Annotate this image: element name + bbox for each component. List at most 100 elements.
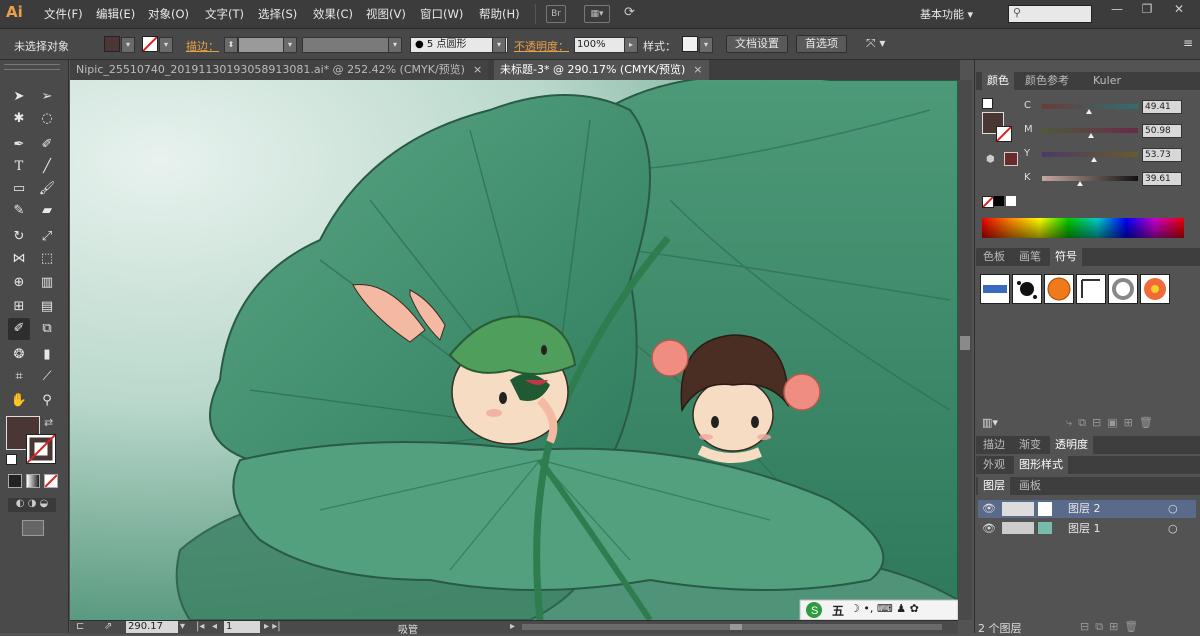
white-color-swatch[interactable] bbox=[1006, 196, 1016, 206]
sync-icon[interactable]: ⟳ bbox=[624, 5, 635, 20]
stroke-label[interactable]: 描边： bbox=[186, 38, 219, 54]
default-fill-stroke-icon[interactable] bbox=[982, 98, 993, 109]
first-artboard-icon[interactable]: |◂ bbox=[196, 621, 204, 632]
eyedropper-tool-icon[interactable]: ✐ bbox=[8, 318, 30, 340]
visibility-eye-icon[interactable]: 👁 bbox=[982, 520, 996, 538]
lasso-tool-icon[interactable]: ◌ bbox=[36, 108, 58, 130]
tab-color[interactable]: 颜色 bbox=[982, 72, 1014, 90]
black-slider-knob[interactable] bbox=[1077, 181, 1084, 186]
bridge-icon[interactable]: Br bbox=[546, 5, 566, 23]
search-input[interactable]: ⚲ bbox=[1008, 5, 1092, 23]
menu-edit[interactable]: 编辑(E) bbox=[96, 6, 135, 22]
horizontal-scroll-thumb[interactable] bbox=[730, 624, 742, 630]
tab-color-guide[interactable]: 颜色参考 bbox=[1020, 72, 1074, 90]
none-color-swatch[interactable] bbox=[982, 196, 994, 208]
curvature-tool-icon[interactable]: ✐ bbox=[36, 134, 58, 156]
tab-stroke[interactable]: 描边 bbox=[978, 436, 1010, 454]
menu-object[interactable]: 对象(O) bbox=[148, 6, 189, 22]
gradient-tool-icon[interactable]: ▤ bbox=[36, 296, 58, 318]
variable-width-profile[interactable] bbox=[302, 37, 390, 53]
pencil-tool-icon[interactable]: ✎ bbox=[8, 200, 30, 222]
draw-mode-icons[interactable]: ◐ ◑ ◒ bbox=[8, 498, 56, 512]
arrange-icon[interactable]: ⤧ ▾ bbox=[866, 36, 885, 51]
perspective-grid-tool-icon[interactable]: ▥ bbox=[36, 272, 58, 294]
stroke-none-swatch[interactable] bbox=[142, 36, 158, 52]
tab-layers[interactable]: 图层 bbox=[978, 477, 1010, 495]
share-icon[interactable]: ⇗ bbox=[104, 621, 112, 632]
close-tab-icon[interactable]: × bbox=[693, 63, 702, 76]
tab-graphic-styles[interactable]: 图形样式 bbox=[1014, 456, 1068, 474]
menu-file[interactable]: 文件(F) bbox=[44, 6, 83, 22]
symbol-sprayer-tool-icon[interactable]: ❂ bbox=[8, 344, 30, 366]
tab-brushes[interactable]: 画笔 bbox=[1014, 248, 1046, 266]
width-tool-icon[interactable]: ⋈ bbox=[8, 248, 30, 270]
color-mode-icon[interactable] bbox=[8, 474, 22, 488]
zoom-tool-icon[interactable]: ⚲ bbox=[36, 390, 58, 412]
symbol-blue-banner-icon[interactable] bbox=[980, 274, 1010, 304]
symbol-panel-actions[interactable]: ⤷⧉⊟▣⊞🗑 bbox=[1066, 416, 1159, 430]
tab-kuler[interactable]: Kuler bbox=[1088, 72, 1126, 90]
menu-type[interactable]: 文字(T) bbox=[205, 6, 244, 22]
layer-name[interactable]: 图层 2 bbox=[1068, 500, 1101, 518]
symbol-flower-icon[interactable] bbox=[1140, 274, 1170, 304]
stroke-weight-stepper[interactable]: ⬍ bbox=[224, 37, 238, 53]
status-menu-icon[interactable]: ▸ bbox=[510, 621, 515, 632]
stroke-dropdown[interactable]: ▾ bbox=[159, 37, 173, 53]
minimize-button[interactable]: — bbox=[1104, 2, 1130, 20]
ime-mode-label[interactable]: 五 bbox=[832, 602, 844, 619]
brush-dropdown[interactable]: ▾ bbox=[492, 37, 506, 53]
vertical-scrollbar[interactable] bbox=[958, 80, 972, 620]
yellow-value-field[interactable]: 53.73 bbox=[1142, 148, 1182, 162]
tab-swatches[interactable]: 色板 bbox=[978, 248, 1010, 266]
black-color-swatch[interactable] bbox=[994, 196, 1004, 206]
stroke-color-box[interactable] bbox=[26, 434, 56, 464]
swap-colors-icon[interactable]: ⇄ bbox=[44, 416, 53, 429]
layer-row[interactable]: 👁 图层 1 ○ bbox=[978, 520, 1196, 538]
menu-select[interactable]: 选择(S) bbox=[258, 6, 297, 22]
preferences-button[interactable]: 首选项 bbox=[796, 35, 847, 53]
symbol-library-menu-icon[interactable]: ▥▾ bbox=[982, 416, 998, 429]
next-artboard-icon[interactable]: ▸ ▸| bbox=[264, 621, 281, 632]
default-colors-icon[interactable] bbox=[6, 454, 17, 465]
pen-tool-icon[interactable]: ✒ bbox=[8, 134, 30, 156]
ime-toolbar-icons[interactable]: ☽ •, ⌨ ♟ ✿ bbox=[850, 602, 919, 615]
menu-help[interactable]: 帮助(H) bbox=[479, 6, 520, 22]
menu-view[interactable]: 视图(V) bbox=[366, 6, 406, 22]
artboard-tool-icon[interactable]: ⌗ bbox=[8, 366, 30, 388]
free-transform-tool-icon[interactable]: ⬚ bbox=[36, 248, 58, 270]
layer-panel-actions[interactable]: ⊟⧉⊞🗑 bbox=[1080, 620, 1144, 634]
out-of-gamut-icon[interactable]: ⬢ bbox=[986, 154, 995, 165]
toolbar-grip[interactable] bbox=[4, 64, 60, 70]
none-mode-icon[interactable] bbox=[44, 474, 58, 488]
screen-mode-icon[interactable] bbox=[22, 520, 44, 536]
magenta-slider-knob[interactable] bbox=[1087, 133, 1094, 138]
paintbrush-tool-icon[interactable]: 🖌 bbox=[36, 178, 58, 200]
previous-artboard-icon[interactable]: ◂ bbox=[212, 621, 217, 632]
layer-row[interactable]: 👁 图层 2 ○ bbox=[978, 500, 1196, 518]
line-tool-icon[interactable]: ╱ bbox=[36, 156, 58, 178]
menu-effect[interactable]: 效果(C) bbox=[313, 6, 353, 22]
cyan-value-field[interactable]: 49.41 bbox=[1142, 100, 1182, 114]
yellow-slider-knob[interactable] bbox=[1090, 157, 1097, 162]
direct-selection-tool-icon[interactable]: ➢ bbox=[36, 86, 58, 108]
tab-gradient[interactable]: 渐变 bbox=[1014, 436, 1046, 454]
symbol-ink-splat-icon[interactable] bbox=[1012, 274, 1042, 304]
opacity-dropdown[interactable]: ▸ bbox=[624, 37, 638, 53]
artboard-number-field[interactable]: 1 bbox=[224, 621, 260, 633]
selection-tool-icon[interactable]: ➤ bbox=[8, 86, 30, 108]
zoom-dropdown[interactable]: ▾ bbox=[180, 621, 185, 632]
cyan-slider-knob[interactable] bbox=[1086, 109, 1093, 114]
tab-artboards[interactable]: 画板 bbox=[1014, 477, 1046, 495]
opacity-label[interactable]: 不透明度： bbox=[514, 38, 569, 54]
vertical-scroll-thumb[interactable] bbox=[960, 336, 970, 350]
slice-tool-icon[interactable]: ⟋ bbox=[36, 366, 58, 388]
profile-dropdown[interactable]: ▾ bbox=[388, 37, 402, 53]
scale-tool-icon[interactable]: ⤢ bbox=[36, 226, 58, 248]
artboard-canvas[interactable]: S 五 ☽ •, ⌨ ♟ ✿ bbox=[70, 80, 958, 620]
rectangle-tool-icon[interactable]: ▭ bbox=[8, 178, 30, 200]
magic-wand-tool-icon[interactable]: ✱ bbox=[8, 108, 30, 130]
tab-transparency[interactable]: 透明度 bbox=[1050, 436, 1093, 454]
style-dropdown[interactable]: ▾ bbox=[699, 37, 713, 53]
tab-appearance[interactable]: 外观 bbox=[978, 456, 1010, 474]
panel-stroke-swatch[interactable] bbox=[996, 126, 1012, 142]
